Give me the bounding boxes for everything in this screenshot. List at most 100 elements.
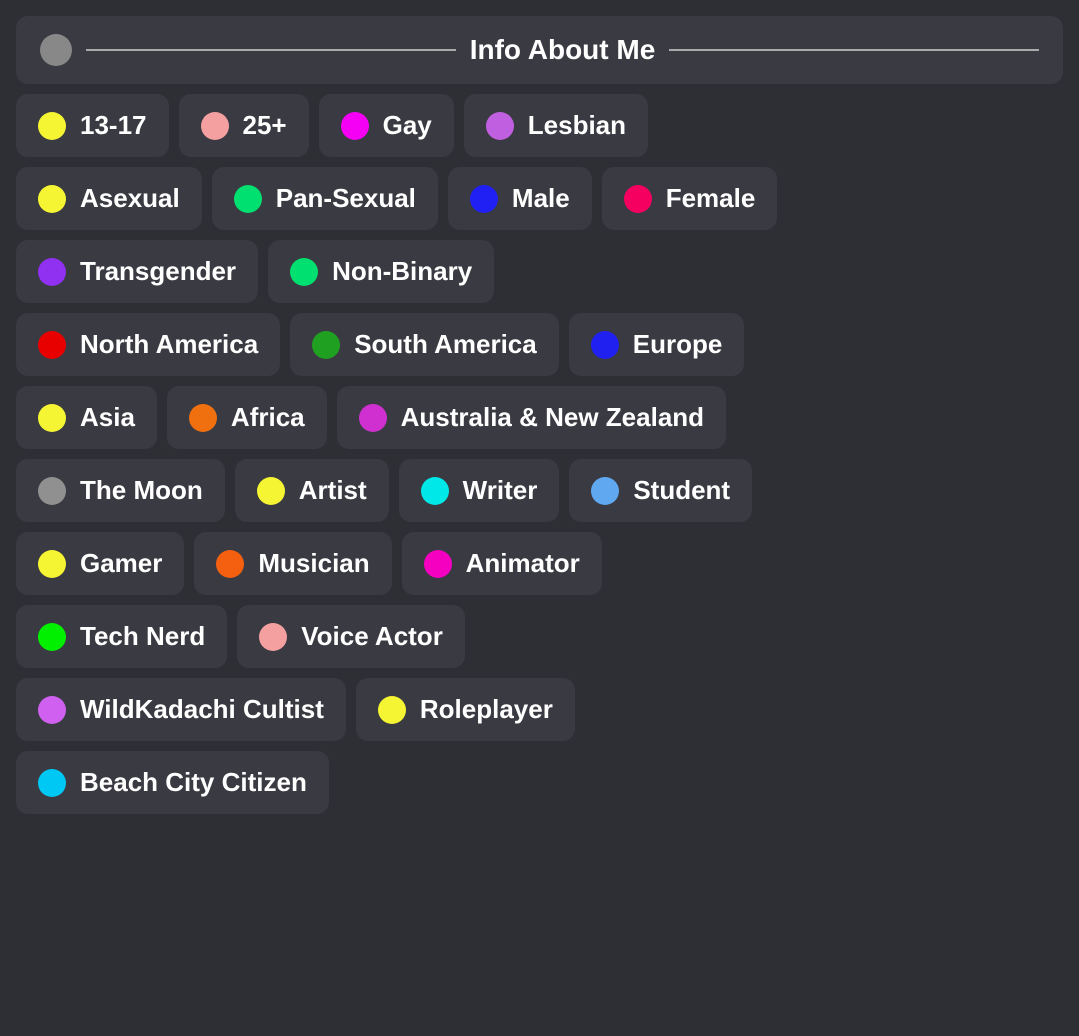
tag-south-america[interactable]: South America	[290, 313, 559, 376]
tag-dot-non-binary	[290, 258, 318, 286]
tag-dot-13-17	[38, 112, 66, 140]
tag-label-25plus: 25+	[243, 110, 287, 141]
tag-label-roleplayer: Roleplayer	[420, 694, 553, 725]
tags-row-row3: Transgender Non-Binary	[16, 240, 1063, 303]
tag-label-tech-nerd: Tech Nerd	[80, 621, 205, 652]
tag-europe[interactable]: Europe	[569, 313, 745, 376]
tag-female[interactable]: Female	[602, 167, 778, 230]
tag-tech-nerd[interactable]: Tech Nerd	[16, 605, 227, 668]
tag-label-asia: Asia	[80, 402, 135, 433]
tag-dot-asexual	[38, 185, 66, 213]
tag-asexual[interactable]: Asexual	[16, 167, 202, 230]
section-header: Info About Me	[16, 16, 1063, 84]
tag-voice-actor[interactable]: Voice Actor	[237, 605, 465, 668]
tags-row-row10: Beach City Citizen	[16, 751, 1063, 814]
tags-row-row4: North America South America Europe	[16, 313, 1063, 376]
tag-lesbian[interactable]: Lesbian	[464, 94, 648, 157]
tag-dot-tech-nerd	[38, 623, 66, 651]
tag-label-male: Male	[512, 183, 570, 214]
tag-25plus[interactable]: 25+	[179, 94, 309, 157]
tag-gamer[interactable]: Gamer	[16, 532, 184, 595]
tag-dot-south-america	[312, 331, 340, 359]
tag-dot-lesbian	[486, 112, 514, 140]
header-line-right	[669, 49, 1039, 51]
tag-dot-student	[591, 477, 619, 505]
tags-row-row9: WildKadachi Cultist Roleplayer	[16, 678, 1063, 741]
tag-africa[interactable]: Africa	[167, 386, 327, 449]
tag-label-the-moon: The Moon	[80, 475, 203, 506]
tag-dot-writer	[421, 477, 449, 505]
tag-dot-musician	[216, 550, 244, 578]
tag-label-wildkadachi-cultist: WildKadachi Cultist	[80, 694, 324, 725]
header-line-group: Info About Me	[86, 34, 1039, 66]
tag-label-animator: Animator	[466, 548, 580, 579]
tag-label-13-17: 13-17	[80, 110, 147, 141]
tag-label-non-binary: Non-Binary	[332, 256, 472, 287]
tag-label-female: Female	[666, 183, 756, 214]
tag-dot-north-america	[38, 331, 66, 359]
header-line-left	[86, 49, 456, 51]
tag-male[interactable]: Male	[448, 167, 592, 230]
tag-transgender[interactable]: Transgender	[16, 240, 258, 303]
tag-dot-25plus	[201, 112, 229, 140]
header-dot	[40, 34, 72, 66]
tag-label-gay: Gay	[383, 110, 432, 141]
tags-row-row8: Tech Nerd Voice Actor	[16, 605, 1063, 668]
tags-row-row2: Asexual Pan-Sexual Male Female	[16, 167, 1063, 230]
tag-label-writer: Writer	[463, 475, 538, 506]
tag-beach-city-citizen[interactable]: Beach City Citizen	[16, 751, 329, 814]
tag-asia[interactable]: Asia	[16, 386, 157, 449]
tag-roleplayer[interactable]: Roleplayer	[356, 678, 575, 741]
tags-row-row7: Gamer Musician Animator	[16, 532, 1063, 595]
tag-dot-europe	[591, 331, 619, 359]
tag-gay[interactable]: Gay	[319, 94, 454, 157]
tag-dot-beach-city-citizen	[38, 769, 66, 797]
tag-dot-gamer	[38, 550, 66, 578]
tag-label-lesbian: Lesbian	[528, 110, 626, 141]
tag-north-america[interactable]: North America	[16, 313, 280, 376]
tag-dot-the-moon	[38, 477, 66, 505]
tag-dot-artist	[257, 477, 285, 505]
tag-dot-roleplayer	[378, 696, 406, 724]
tag-dot-voice-actor	[259, 623, 287, 651]
tag-dot-male	[470, 185, 498, 213]
tags-container: 13-17 25+ Gay Lesbian Asexual Pan-Sexual Male F…	[16, 94, 1063, 814]
tag-label-south-america: South America	[354, 329, 537, 360]
tag-dot-africa	[189, 404, 217, 432]
tags-row-row1: 13-17 25+ Gay Lesbian	[16, 94, 1063, 157]
tag-non-binary[interactable]: Non-Binary	[268, 240, 494, 303]
tag-label-europe: Europe	[633, 329, 723, 360]
tag-label-australia-nz: Australia & New Zealand	[401, 402, 704, 433]
tag-label-asexual: Asexual	[80, 183, 180, 214]
tag-the-moon[interactable]: The Moon	[16, 459, 225, 522]
tag-label-beach-city-citizen: Beach City Citizen	[80, 767, 307, 798]
tag-dot-wildkadachi-cultist	[38, 696, 66, 724]
tag-dot-animator	[424, 550, 452, 578]
tag-musician[interactable]: Musician	[194, 532, 391, 595]
tag-pan-sexual[interactable]: Pan-Sexual	[212, 167, 438, 230]
tag-dot-female	[624, 185, 652, 213]
tag-dot-transgender	[38, 258, 66, 286]
tag-australia-nz[interactable]: Australia & New Zealand	[337, 386, 726, 449]
tag-label-artist: Artist	[299, 475, 367, 506]
tag-13-17[interactable]: 13-17	[16, 94, 169, 157]
tag-writer[interactable]: Writer	[399, 459, 560, 522]
tag-dot-australia-nz	[359, 404, 387, 432]
header-title: Info About Me	[470, 34, 656, 66]
tag-label-transgender: Transgender	[80, 256, 236, 287]
tag-label-north-america: North America	[80, 329, 258, 360]
tags-row-row5: Asia Africa Australia & New Zealand	[16, 386, 1063, 449]
tag-artist[interactable]: Artist	[235, 459, 389, 522]
tag-label-africa: Africa	[231, 402, 305, 433]
tag-wildkadachi-cultist[interactable]: WildKadachi Cultist	[16, 678, 346, 741]
tags-row-row6: The Moon Artist Writer Student	[16, 459, 1063, 522]
tag-label-gamer: Gamer	[80, 548, 162, 579]
tag-dot-asia	[38, 404, 66, 432]
tag-student[interactable]: Student	[569, 459, 752, 522]
tag-label-musician: Musician	[258, 548, 369, 579]
tag-dot-pan-sexual	[234, 185, 262, 213]
tag-dot-gay	[341, 112, 369, 140]
tag-label-pan-sexual: Pan-Sexual	[276, 183, 416, 214]
tag-label-voice-actor: Voice Actor	[301, 621, 443, 652]
tag-animator[interactable]: Animator	[402, 532, 602, 595]
